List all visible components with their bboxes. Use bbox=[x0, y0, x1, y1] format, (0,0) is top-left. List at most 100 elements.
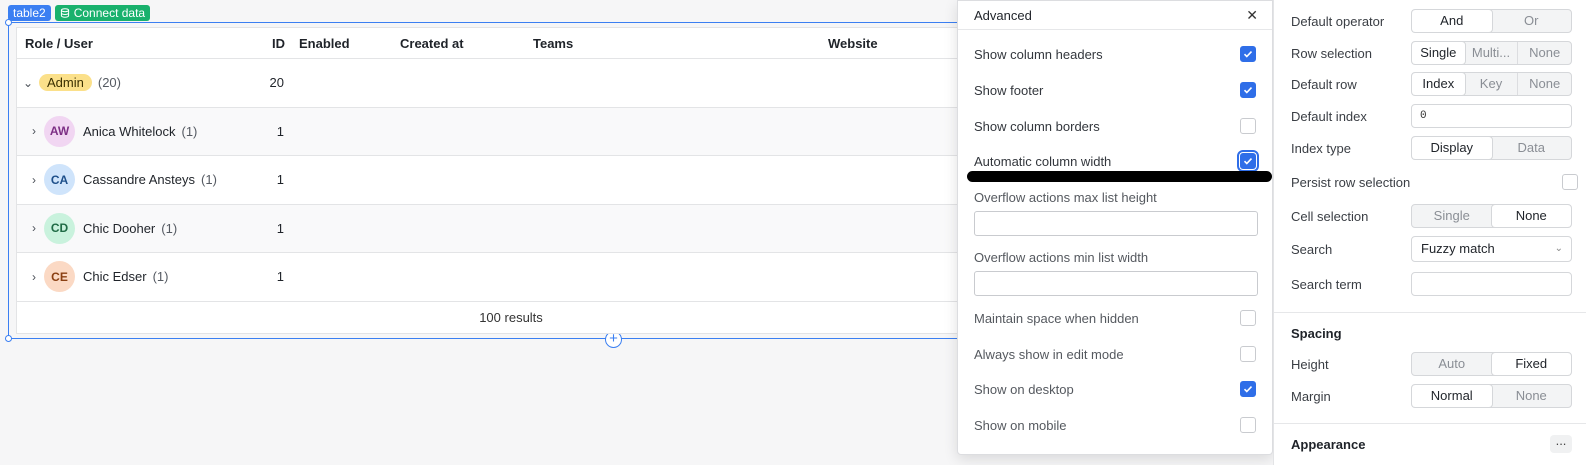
option-and[interactable]: And bbox=[1412, 10, 1492, 32]
row-selection-label: Row selection bbox=[1291, 45, 1372, 61]
show-desktop-checkbox[interactable] bbox=[1240, 381, 1256, 397]
show-column-borders-row[interactable]: Show column borders bbox=[974, 116, 1256, 136]
maintain-space-row[interactable]: Maintain space when hidden bbox=[974, 308, 1256, 328]
chevron-right-icon[interactable]: › bbox=[27, 124, 41, 138]
resize-handle-top-left[interactable] bbox=[5, 19, 12, 26]
spacing-section-title[interactable]: Spacing bbox=[1291, 326, 1342, 341]
margin-label: Margin bbox=[1291, 388, 1331, 404]
show-column-borders-label: Show column borders bbox=[974, 118, 1100, 134]
row-selection-toggle[interactable]: Single Multi... None bbox=[1411, 41, 1572, 65]
more-options-icon[interactable]: ... bbox=[1550, 434, 1572, 453]
modal-header: Advanced ✕ bbox=[958, 1, 1272, 30]
table-row[interactable]: › AW Anica Whitelock (1) 1 bbox=[17, 107, 1005, 156]
user-count: (1) bbox=[201, 172, 217, 188]
avatar: CD bbox=[44, 212, 75, 244]
close-icon[interactable]: ✕ bbox=[1246, 7, 1258, 24]
always-show-edit-row[interactable]: Always show in edit mode bbox=[974, 344, 1256, 364]
modal-title: Advanced bbox=[974, 8, 1032, 23]
option-fixed[interactable]: Fixed bbox=[1491, 353, 1571, 375]
search-term-row: Search term bbox=[1291, 272, 1576, 296]
default-operator-toggle[interactable]: And Or bbox=[1411, 9, 1572, 33]
user-name: Chic Edser bbox=[83, 269, 147, 285]
column-header-enabled[interactable]: Enabled bbox=[299, 36, 350, 51]
show-mobile-checkbox[interactable] bbox=[1240, 417, 1256, 433]
automatic-column-width-row[interactable]: Automatic column width bbox=[974, 150, 1259, 172]
chevron-down-icon[interactable]: ⌄ bbox=[21, 76, 35, 90]
option-data[interactable]: Data bbox=[1492, 137, 1572, 159]
default-row-toggle[interactable]: Index Key None bbox=[1411, 72, 1572, 96]
user-id: 1 bbox=[276, 220, 284, 236]
option-key[interactable]: Key bbox=[1465, 73, 1518, 95]
automatic-column-width-label: Automatic column width bbox=[974, 153, 1112, 169]
show-footer-row[interactable]: Show footer bbox=[974, 80, 1256, 100]
option-none[interactable]: None bbox=[1492, 385, 1572, 407]
check-icon bbox=[1243, 51, 1253, 58]
overflow-min-width-input[interactable] bbox=[974, 271, 1258, 296]
column-header-id[interactable]: ID bbox=[272, 36, 285, 51]
persist-row-selection-checkbox[interactable] bbox=[1562, 174, 1578, 190]
option-or[interactable]: Or bbox=[1492, 10, 1572, 32]
component-tags: table2 Connect data bbox=[8, 5, 151, 21]
chevron-right-icon[interactable]: › bbox=[27, 221, 41, 235]
connect-data-button[interactable]: Connect data bbox=[54, 5, 151, 21]
option-single[interactable]: Single bbox=[1412, 42, 1465, 64]
margin-toggle[interactable]: Normal None bbox=[1411, 384, 1572, 408]
chevron-down-icon: ⌄ bbox=[1554, 243, 1563, 254]
show-column-borders-checkbox[interactable] bbox=[1240, 118, 1256, 134]
option-index[interactable]: Index bbox=[1412, 73, 1465, 95]
default-index-input[interactable]: 0 bbox=[1411, 104, 1572, 128]
show-column-headers-row[interactable]: Show column headers bbox=[974, 44, 1256, 64]
option-multi[interactable]: Multi... bbox=[1465, 42, 1518, 64]
chevron-right-icon[interactable]: › bbox=[27, 173, 41, 187]
height-toggle[interactable]: Auto Fixed bbox=[1411, 352, 1572, 376]
option-normal[interactable]: Normal bbox=[1412, 385, 1492, 407]
maintain-space-checkbox[interactable] bbox=[1240, 310, 1256, 326]
cell-selection-toggle[interactable]: Single None bbox=[1411, 204, 1572, 228]
appearance-section-title[interactable]: Appearance bbox=[1291, 437, 1365, 452]
show-column-headers-label: Show column headers bbox=[974, 46, 1103, 62]
column-header-role-user[interactable]: Role / User bbox=[25, 36, 93, 51]
resize-handle-bottom-left[interactable] bbox=[5, 335, 12, 342]
show-mobile-label: Show on mobile bbox=[974, 417, 1067, 433]
user-name: Chic Dooher bbox=[83, 220, 156, 236]
overflow-max-height-input[interactable] bbox=[974, 211, 1258, 236]
avatar: CA bbox=[44, 164, 75, 196]
show-mobile-row[interactable]: Show on mobile bbox=[974, 415, 1256, 435]
automatic-column-width-checkbox[interactable] bbox=[1237, 150, 1259, 172]
height-label: Height bbox=[1291, 356, 1329, 372]
option-single[interactable]: Single bbox=[1412, 205, 1492, 227]
search-term-input[interactable] bbox=[1411, 272, 1572, 296]
column-header-teams[interactable]: Teams bbox=[533, 36, 573, 51]
column-header-website[interactable]: Website bbox=[828, 36, 878, 51]
redaction-bar bbox=[967, 171, 1272, 182]
show-desktop-label: Show on desktop bbox=[974, 381, 1074, 397]
column-header-created-at[interactable]: Created at bbox=[400, 36, 464, 51]
cell-selection-row: Cell selection Single None bbox=[1291, 204, 1576, 228]
overflow-min-width-label: Overflow actions min list width bbox=[974, 250, 1149, 265]
section-divider bbox=[1274, 423, 1586, 424]
group-row[interactable]: ⌄ Admin (20) 20 bbox=[17, 59, 1005, 108]
table-row[interactable]: › CD Chic Dooher (1) 1 bbox=[17, 204, 1005, 253]
row-selection-row: Row selection Single Multi... None bbox=[1291, 41, 1576, 65]
search-select[interactable]: Fuzzy match ⌄ bbox=[1411, 236, 1572, 262]
user-name: Anica Whitelock bbox=[83, 123, 176, 139]
option-display[interactable]: Display bbox=[1412, 137, 1492, 159]
user-id: 1 bbox=[276, 172, 284, 188]
component-name-tag[interactable]: table2 bbox=[8, 5, 51, 21]
search-row: Search Fuzzy match ⌄ bbox=[1291, 236, 1576, 262]
show-desktop-row[interactable]: Show on desktop bbox=[974, 379, 1256, 399]
chevron-right-icon[interactable]: › bbox=[27, 270, 41, 284]
default-operator-label: Default operator bbox=[1291, 13, 1385, 29]
table-row[interactable]: › CA Cassandre Ansteys (1) 1 bbox=[17, 156, 1005, 205]
show-footer-checkbox[interactable] bbox=[1240, 82, 1256, 98]
option-none[interactable]: None bbox=[1517, 42, 1571, 64]
group-count: (20) bbox=[97, 75, 121, 91]
show-column-headers-checkbox[interactable] bbox=[1240, 46, 1256, 62]
option-none[interactable]: None bbox=[1517, 73, 1571, 95]
option-auto[interactable]: Auto bbox=[1412, 353, 1492, 375]
option-none[interactable]: None bbox=[1491, 205, 1571, 227]
index-type-toggle[interactable]: Display Data bbox=[1411, 136, 1572, 160]
table-row[interactable]: › CE Chic Edser (1) 1 bbox=[17, 253, 1005, 302]
maintain-space-label: Maintain space when hidden bbox=[974, 310, 1139, 326]
always-show-edit-checkbox[interactable] bbox=[1240, 346, 1256, 362]
